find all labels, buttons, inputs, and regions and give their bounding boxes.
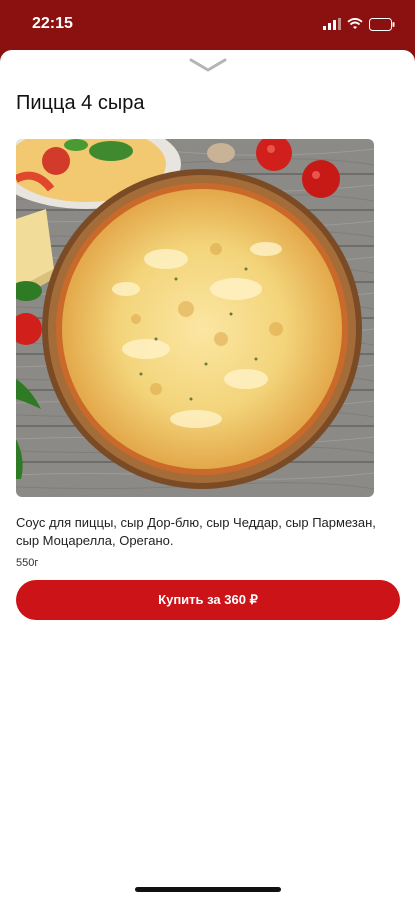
status-time: 22:15 — [32, 15, 73, 32]
wifi-icon — [347, 18, 363, 29]
product-sheet: Пицца 4 сыра Соус для пиццы, сыр Дор-блю… — [0, 50, 415, 900]
product-photo — [16, 139, 374, 497]
chevron-down-icon[interactable] — [189, 58, 227, 72]
status-icons — [323, 15, 395, 33]
status-bar: 22:15 — [0, 0, 415, 50]
buy-button[interactable]: Купить за 360 ₽ — [16, 580, 400, 620]
product-title: Пицца 4 сыра — [16, 92, 145, 114]
home-indicator[interactable] — [135, 887, 281, 892]
battery-icon — [369, 17, 395, 31]
product-weight: 550г — [16, 557, 39, 569]
product-description: Соус для пиццы, сыр Дор-блю, сыр Чеддар,… — [16, 515, 376, 548]
signal-icon — [323, 18, 341, 30]
